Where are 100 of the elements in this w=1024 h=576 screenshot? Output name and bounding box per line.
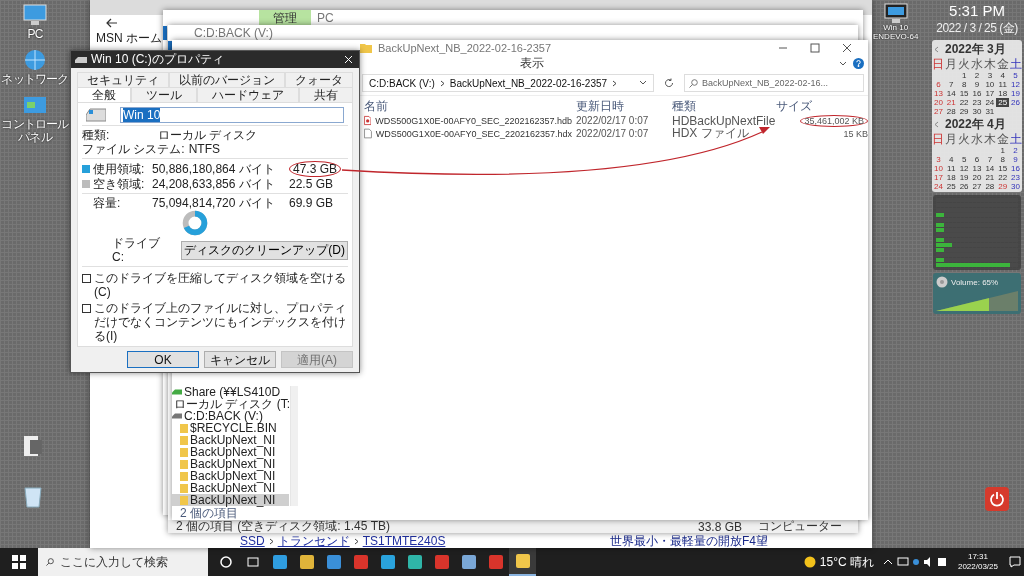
breadcrumb-link[interactable]: TS1TMTE240S [362, 534, 446, 548]
calendar-day[interactable]: 26 [957, 182, 971, 191]
calendar-day[interactable]: 2 [1009, 146, 1022, 155]
nav-item[interactable]: ローカル ディスク (T: [172, 398, 289, 410]
calendar-day[interactable]: 10 [983, 80, 997, 89]
desktop-icon-label[interactable]: コントロールパネル [0, 118, 70, 144]
calendar-day[interactable]: 19 [1009, 89, 1022, 98]
column-header[interactable]: 更新日時 [572, 97, 668, 115]
recycle-bin-icon[interactable] [22, 484, 44, 508]
chevron-down-icon[interactable] [839, 60, 847, 67]
calendar-day[interactable]: 17 [983, 89, 997, 98]
address-bar[interactable]: C:D:BACK (V:) BackUpNext_NB_2022-02-16-2357 [362, 74, 654, 92]
calendar-day[interactable]: 25 [944, 182, 958, 191]
calendar-day[interactable]: 1 [996, 146, 1010, 155]
calendar-day[interactable]: 27 [970, 182, 984, 191]
column-header[interactable]: サイズ [772, 97, 868, 115]
calendar-day[interactable]: 15 [957, 89, 971, 98]
tab[interactable]: 全般 [77, 87, 131, 102]
calendar-day[interactable]: 22 [957, 98, 971, 107]
taskbar-app-icon[interactable] [509, 548, 536, 576]
calendar-day[interactable]: 29 [996, 182, 1010, 191]
weather-text[interactable]: 15°C 晴れ [819, 553, 874, 571]
refresh-icon[interactable] [664, 78, 674, 88]
taskbar-time[interactable]: 17:31 [967, 552, 988, 562]
close-icon[interactable] [842, 43, 852, 53]
globe-icon[interactable] [23, 49, 47, 71]
calendar-day[interactable]: 19 [957, 173, 971, 182]
breadcrumb-link[interactable]: トランセンド [277, 532, 350, 550]
calendar-day[interactable]: 13 [932, 89, 945, 98]
calendar-day[interactable]: 15 [996, 164, 1010, 173]
calendar-day[interactable]: 22 [996, 173, 1010, 182]
help-icon[interactable] [853, 58, 864, 69]
calendar-day[interactable]: 29 [957, 107, 971, 116]
scrollbar[interactable] [290, 386, 298, 506]
calendar-day[interactable]: 23 [970, 98, 984, 107]
calendar-day[interactable]: 4 [996, 71, 1010, 80]
search-field[interactable]: BackUpNext_NB_2022-02-16... [684, 74, 864, 92]
taskbar-date[interactable]: 2022/03/25 [957, 562, 998, 572]
calendar-day[interactable]: 7 [944, 80, 958, 89]
calendar-day[interactable]: 21 [944, 98, 958, 107]
nav-item[interactable]: BackUpNext_NI [172, 458, 289, 470]
taskbar-search-field[interactable]: ここに入力して検索 [38, 548, 208, 576]
calendar-day[interactable]: 9 [1009, 155, 1022, 164]
ribbon-tab[interactable]: 表示 [510, 56, 554, 71]
calendar-day[interactable]: 25 [996, 98, 1010, 107]
calendar-day[interactable]: 17 [932, 173, 945, 182]
calendar-day[interactable]: 9 [970, 80, 984, 89]
calendar-day[interactable]: 2 [970, 71, 984, 80]
calendar-day[interactable]: 30 [970, 107, 984, 116]
tab[interactable]: 以前のバージョン [169, 72, 285, 87]
calendar-day[interactable]: 12 [957, 164, 971, 173]
column-header[interactable]: 名前 [360, 97, 572, 115]
nav-item[interactable]: Share (¥¥LS410D [172, 386, 289, 398]
back-arrow-icon[interactable] [106, 17, 118, 28]
checkbox[interactable] [82, 274, 91, 283]
option-label[interactable]: このドライブ上のファイルに対し、プロパティだけでなくコンテンツにもインデックスを付ける(I) [94, 301, 348, 343]
calendar-day[interactable]: 26 [1009, 98, 1022, 107]
file-name[interactable]: WDS500G1X0E-00AFY0_SEC_2202162357.hdb [375, 115, 572, 126]
nav-item[interactable]: BackUpNext_NI [172, 494, 289, 506]
column-header[interactable]: 種類 [668, 97, 772, 115]
name-field[interactable]: Win 10 [120, 107, 344, 123]
calendar-day[interactable]: 31 [983, 107, 997, 116]
file-name[interactable]: WDS500G1X0E-00AFY0_SEC_2202162357.hdx [375, 128, 572, 139]
dialog-button[interactable]: OK [127, 351, 199, 368]
dialog-button[interactable]: キャンセル [204, 351, 276, 368]
calendar-day[interactable]: 5 [957, 155, 971, 164]
calendar-day[interactable]: 20 [970, 173, 984, 182]
search-input[interactable]: ここに入力して検索 [60, 555, 200, 569]
nav-item[interactable]: $RECYCLE.BIN [172, 422, 289, 434]
msn-home-link[interactable]: MSN ホーム [96, 31, 162, 45]
monitor-icon[interactable] [883, 3, 908, 23]
desktop-icon-label[interactable]: Win 10 [883, 23, 909, 32]
calendar-day[interactable]: 27 [932, 107, 945, 116]
ad-link[interactable]: 世界最小・最軽量の開放F4望 [610, 532, 768, 550]
maximize-icon[interactable] [810, 43, 820, 53]
power-button[interactable] [985, 487, 1009, 511]
calendar-day[interactable]: 3 [983, 71, 997, 80]
calendar-day[interactable]: 23 [1009, 173, 1022, 182]
calendar-day[interactable]: 11 [996, 80, 1010, 89]
nav-item[interactable]: BackUpNext_NI [172, 434, 289, 446]
calendar-day[interactable]: 16 [1009, 164, 1022, 173]
calendar-day[interactable]: 21 [983, 173, 997, 182]
calendar-day[interactable]: 4 [944, 155, 958, 164]
calendar-day[interactable]: 13 [970, 164, 984, 173]
calendar-day[interactable]: 24 [932, 182, 945, 191]
calendar-day[interactable]: 6 [970, 155, 984, 164]
calendar-day[interactable]: 11 [944, 164, 958, 173]
tab[interactable]: セキュリティ [77, 72, 169, 87]
calendar-day[interactable]: 6 [932, 80, 945, 89]
calendar-day[interactable]: 30 [1009, 182, 1022, 191]
notification-icon[interactable] [1006, 556, 1024, 568]
calendar-day[interactable]: 1 [957, 71, 971, 80]
calendar-day[interactable]: 28 [983, 182, 997, 191]
breadcrumb-link[interactable]: SSD [240, 534, 265, 548]
nav-item[interactable]: BackUpNext_NI [172, 446, 289, 458]
calendar-day[interactable]: 14 [983, 164, 997, 173]
desktop-icon-label[interactable]: ネットワーク [0, 73, 70, 86]
nav-item[interactable]: C:D:BACK (V:) [172, 410, 289, 422]
tab[interactable]: クォータ [285, 72, 353, 87]
calendar-day[interactable]: 7 [983, 155, 997, 164]
